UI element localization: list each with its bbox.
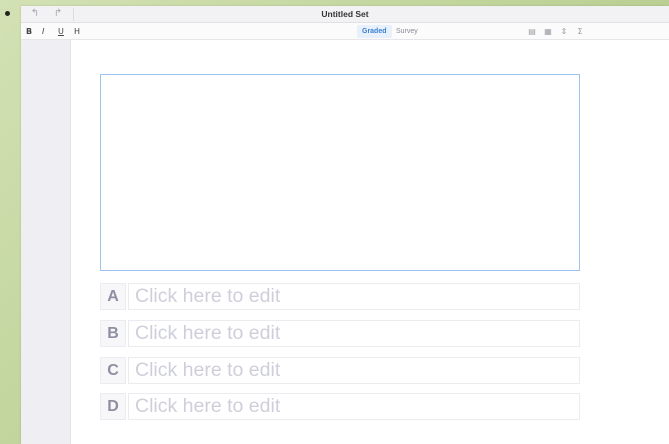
choice-field-b[interactable]: Click here to edit (128, 320, 580, 347)
format-toolbar: B I U H Graded Survey ▤ ▦ ⇕ Σ (21, 23, 669, 40)
answer-choice-a: A Click here to edit (100, 283, 580, 310)
answer-choice-d: D Click here to edit (100, 393, 580, 420)
question-page: A Click here to edit B Click here to edi… (71, 40, 669, 444)
tab-survey[interactable]: Survey (391, 25, 423, 38)
insert-table-icon[interactable]: ▦ (543, 26, 553, 37)
insert-image-icon[interactable]: ▤ (527, 26, 537, 37)
choice-letter-b[interactable]: B (100, 320, 126, 347)
bullet-dot (5, 11, 10, 16)
choice-letter-a[interactable]: A (100, 283, 126, 310)
sigma-icon[interactable]: Σ (575, 26, 585, 37)
bold-icon[interactable]: B (26, 26, 32, 37)
choice-field-c[interactable]: Click here to edit (128, 357, 580, 384)
tab-graded[interactable]: Graded (357, 25, 392, 38)
answer-choice-b: B Click here to edit (100, 320, 580, 347)
choice-field-a[interactable]: Click here to edit (128, 283, 580, 310)
insert-slider-icon[interactable]: ⇕ (559, 26, 569, 37)
underline-icon[interactable]: U (58, 26, 64, 37)
title-bar: ↰ ↱ Untitled Set (21, 6, 669, 23)
choice-letter-c[interactable]: C (100, 357, 126, 384)
italic-icon[interactable]: I (42, 26, 44, 37)
choice-field-d[interactable]: Click here to edit (128, 393, 580, 420)
slide-sidebar (21, 40, 71, 444)
answer-choice-c: C Click here to edit (100, 357, 580, 384)
question-text-field[interactable] (100, 74, 580, 271)
choice-letter-d[interactable]: D (100, 393, 126, 420)
window-title: Untitled Set (321, 9, 369, 19)
editor-window: ↰ ↱ Untitled Set B I U H Graded Survey ▤… (21, 6, 669, 444)
heading-icon[interactable]: H (74, 26, 80, 37)
